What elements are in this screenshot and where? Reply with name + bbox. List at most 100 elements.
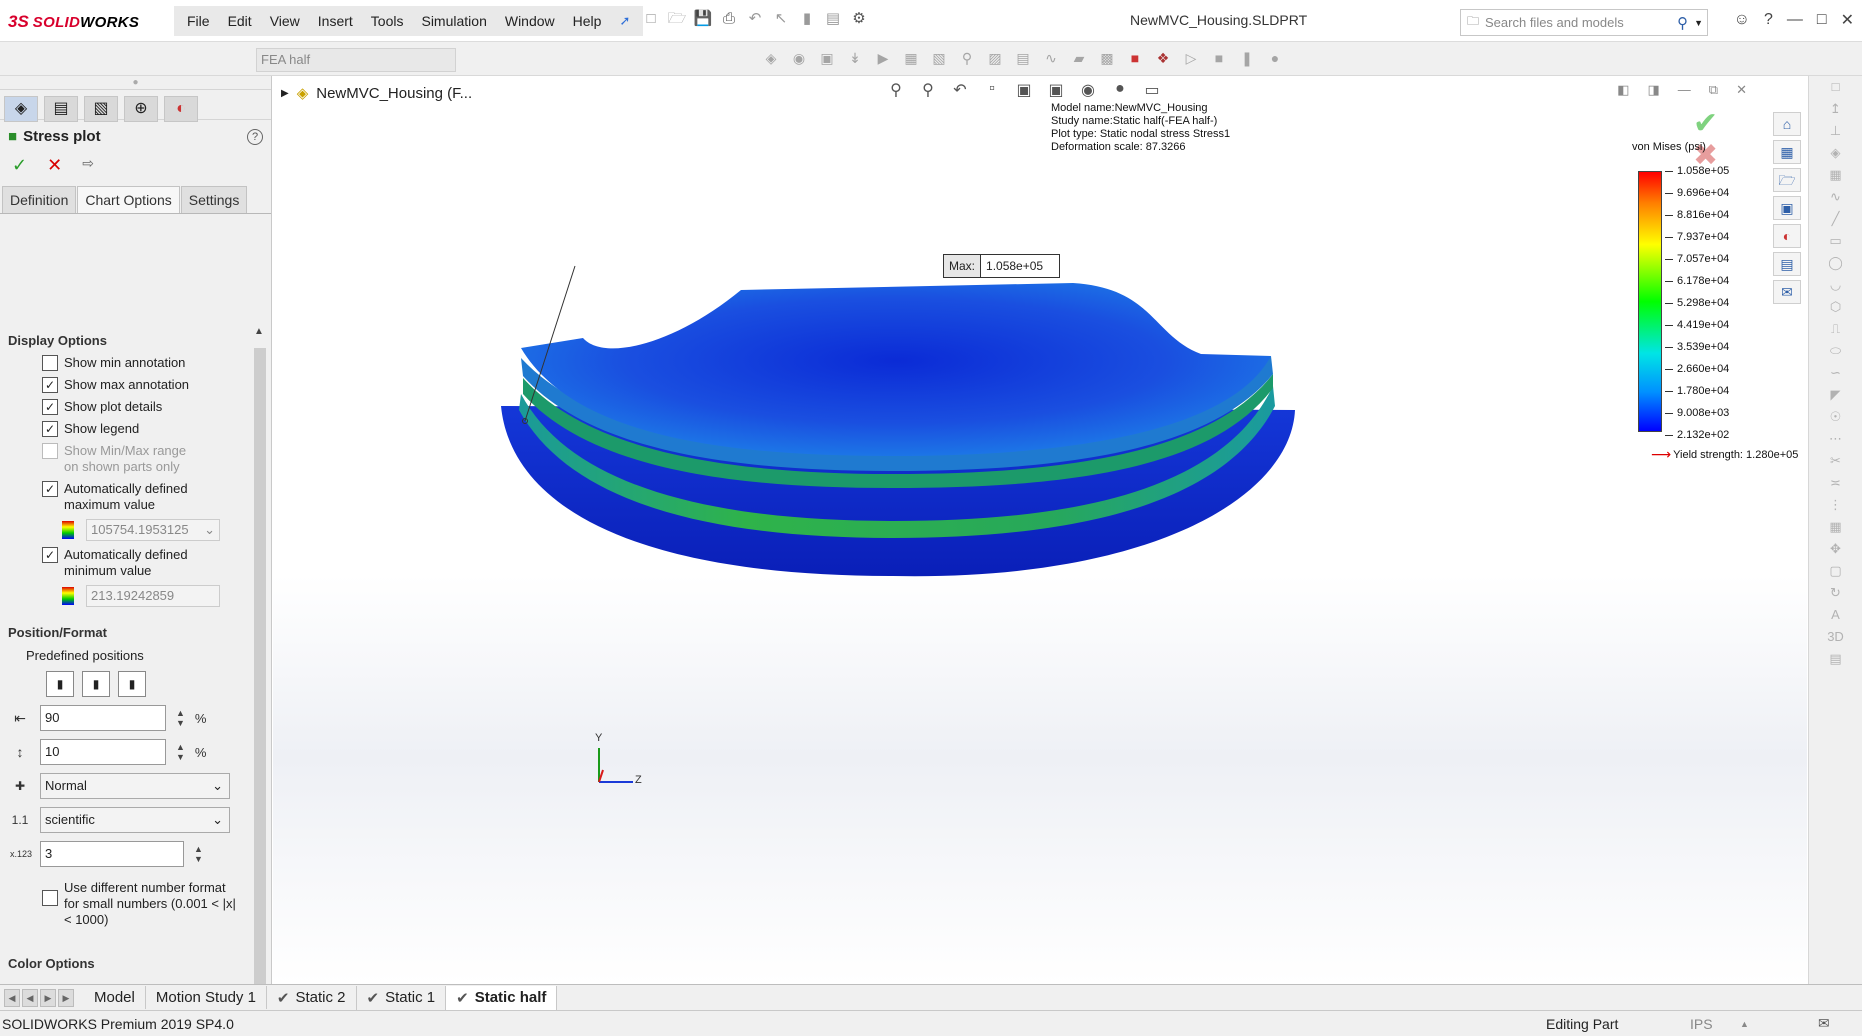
checkbox-box[interactable]: ✓ — [42, 399, 58, 415]
section-clip-icon[interactable]: ▰ — [1068, 50, 1090, 70]
x-position-spinner[interactable]: ▲ ▼ — [176, 708, 185, 728]
move-icon[interactable]: ✥ — [1809, 538, 1862, 560]
file-properties-icon[interactable]: ▤ — [822, 8, 844, 30]
appearances-icon[interactable]: ◐ — [1773, 224, 1801, 248]
show-max-annotation-checkbox[interactable]: ✓ Show max annotation — [0, 374, 272, 396]
scroll-thumb[interactable] — [254, 348, 266, 1008]
grid-icon[interactable]: ▦ — [1809, 164, 1862, 186]
undo-icon[interactable]: ↶ — [744, 8, 766, 30]
menu-insert[interactable]: Insert — [309, 6, 362, 36]
search-dropdown-icon[interactable]: ▼ — [1694, 18, 1707, 28]
menu-file[interactable]: File — [178, 6, 219, 36]
custom-properties-icon[interactable]: ▤ — [1773, 252, 1801, 276]
auto-min-value-checkbox[interactable]: ✓ Automatically defined minimum value — [0, 544, 272, 582]
rebuild-status-icon[interactable]: ✉ — [1818, 1015, 1830, 1032]
position-format-header[interactable]: Position/Format ⌃ — [0, 620, 272, 644]
close-icon[interactable]: ✕ — [1841, 10, 1854, 30]
unit-system[interactable]: IPS — [1690, 1016, 1713, 1032]
mirror-icon[interactable]: ⋮ — [1809, 494, 1862, 516]
annotation-icon[interactable]: A — [1809, 604, 1862, 626]
menu-view[interactable]: View — [261, 6, 309, 36]
checkbox-box[interactable]: ✓ — [42, 547, 58, 563]
position-center-button[interactable]: ▮ — [82, 671, 110, 697]
animate-icon[interactable]: ▷ — [1180, 50, 1202, 70]
options-gear-icon[interactable]: ⚙ — [848, 8, 870, 30]
file-explorer-icon[interactable]: ▣ — [1773, 196, 1801, 220]
menu-tools[interactable]: Tools — [362, 6, 413, 36]
tab-settings[interactable]: Settings — [180, 186, 248, 213]
slot-icon[interactable]: ⎍ — [1809, 318, 1862, 340]
y-position-input[interactable]: 10 — [40, 739, 166, 765]
ellipse-icon[interactable]: ⬭ — [1809, 340, 1862, 362]
position-left-button[interactable]: ▮ — [46, 671, 74, 697]
menu-simulation[interactable]: Simulation — [412, 6, 495, 36]
home-icon[interactable]: ⌂ — [1773, 112, 1801, 136]
panel-grip[interactable]: ● — [0, 76, 271, 90]
help-icon[interactable]: ? — [1764, 11, 1773, 29]
menu-window[interactable]: Window — [496, 6, 564, 36]
color-map-icon[interactable]: ■ — [1124, 50, 1146, 70]
rebuild-icon[interactable]: ▮ — [796, 8, 818, 30]
max-annotation[interactable]: Max: 1.058e+05 — [943, 254, 1061, 278]
iso-clip-icon[interactable]: ▩ — [1096, 50, 1118, 70]
small-number-format-checkbox[interactable]: Use different number format for small nu… — [0, 877, 272, 931]
save-icon[interactable]: 💾 — [692, 8, 714, 30]
search-icon[interactable]: ⚲ — [1677, 14, 1688, 32]
position-right-button[interactable]: ▮ — [118, 671, 146, 697]
tab-chart-options[interactable]: Chart Options — [77, 186, 180, 213]
trim-icon[interactable]: ✂ — [1809, 450, 1862, 472]
smart-dimension-icon[interactable]: ↥ — [1809, 98, 1862, 120]
dimxpert-tab-icon[interactable]: ⊕ — [124, 96, 158, 122]
maximize-icon[interactable]: □ — [1817, 11, 1827, 29]
run-icon[interactable]: ▶ — [872, 50, 894, 70]
point-icon[interactable]: ☉ — [1809, 406, 1862, 428]
sketch-rect-icon[interactable]: □ — [1809, 76, 1862, 98]
checkbox-box[interactable]: ✓ — [42, 421, 58, 437]
tab-static-2[interactable]: ✔ Static 2 — [267, 985, 357, 1010]
orientation-select[interactable]: Normal ⌄ — [40, 773, 230, 799]
spline-icon[interactable]: ∿ — [1809, 186, 1862, 208]
pause-icon[interactable]: ❚ — [1236, 50, 1258, 70]
mesh-icon[interactable]: ▣ — [816, 50, 838, 70]
minimize-icon[interactable]: — — [1787, 11, 1803, 29]
tab-static-1[interactable]: ✔ Static 1 — [357, 985, 447, 1010]
plot-tools-icon[interactable]: ▨ — [984, 50, 1006, 70]
search-box[interactable]: 🗀 Search files and models ⚲ ▼ — [1460, 9, 1708, 36]
open-folder-icon[interactable]: 🗁 — [666, 8, 688, 30]
resources-icon[interactable]: ▦ — [1773, 140, 1801, 164]
sheet-icon[interactable]: ▤ — [1809, 648, 1862, 670]
pin-icon[interactable]: ➚ — [610, 6, 639, 36]
prev-tab-icon[interactable]: ◀ — [22, 988, 38, 1007]
hot-spot-icon[interactable]: ❖ — [1152, 50, 1174, 70]
property-manager-tab-icon[interactable]: ▤ — [44, 96, 78, 122]
centerline-icon[interactable]: ⋯ — [1809, 428, 1862, 450]
show-legend-checkbox[interactable]: ✓ Show legend — [0, 418, 272, 440]
menu-help[interactable]: Help — [564, 6, 611, 36]
tab-definition[interactable]: Definition — [2, 186, 77, 213]
tab-model[interactable]: Model — [84, 986, 146, 1009]
user-icon[interactable]: ☺ — [1734, 11, 1750, 29]
deform-icon[interactable]: ∿ — [1040, 50, 1062, 70]
relations-icon[interactable]: ⊥ — [1809, 120, 1862, 142]
results-icon[interactable]: ▦ — [900, 50, 922, 70]
curve-icon[interactable]: ∽ — [1809, 362, 1862, 384]
revolve-icon[interactable]: ↻ — [1809, 582, 1862, 604]
record-icon[interactable]: ● — [1264, 50, 1286, 70]
probe-icon[interactable]: ⚲ — [956, 50, 978, 70]
tab-motion-study-1[interactable]: Motion Study 1 — [146, 986, 267, 1009]
search-scope-icon[interactable]: 🗀 — [1467, 12, 1479, 33]
ok-check-icon[interactable]: ✓ — [12, 155, 27, 176]
display-options-header[interactable]: Display Options ⌃ — [0, 328, 272, 352]
print-icon[interactable]: ⎙ — [718, 8, 740, 30]
new-document-icon[interactable]: □ — [640, 8, 662, 30]
last-tab-icon[interactable]: ▶ — [58, 988, 74, 1007]
rectangle-icon[interactable]: ▭ — [1809, 230, 1862, 252]
menu-edit[interactable]: Edit — [219, 6, 261, 36]
scroll-up-icon[interactable]: ▲ — [254, 326, 264, 337]
feature-manager-tab-icon[interactable]: ◈ — [4, 96, 38, 122]
configuration-manager-tab-icon[interactable]: ▧ — [84, 96, 118, 122]
offset-icon[interactable]: ≍ — [1809, 472, 1862, 494]
stop-icon[interactable]: ■ — [1208, 50, 1230, 70]
first-tab-icon[interactable]: ◀ — [4, 988, 20, 1007]
panel-scrollbar[interactable]: ▲ ▼ — [252, 324, 268, 1036]
